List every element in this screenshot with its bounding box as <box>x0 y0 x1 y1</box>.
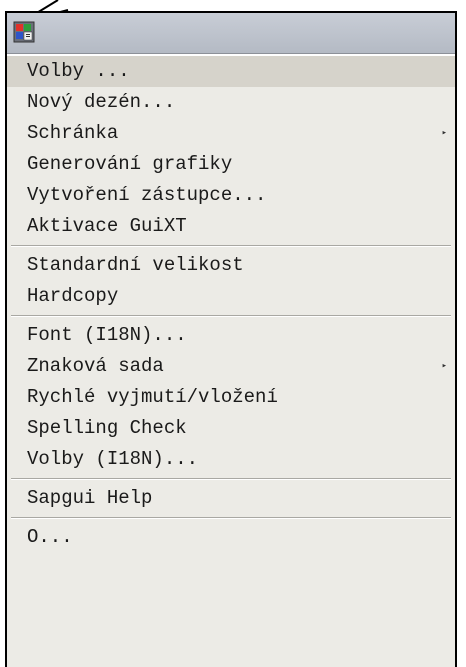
submenu-arrow-icon: ▸ <box>441 128 447 138</box>
menu-item-znakova-sada[interactable]: Znaková sada ▸ <box>7 351 455 382</box>
titlebar <box>7 13 455 54</box>
menu-separator <box>11 315 451 317</box>
menu-separator <box>11 517 451 519</box>
menu-separator <box>11 478 451 480</box>
menu-item-novy-dezen[interactable]: Nový dezén... <box>7 87 455 118</box>
menu-item-font-i18n[interactable]: Font (I18N)... <box>7 320 455 351</box>
menu-item-generovani-grafiky[interactable]: Generování grafiky <box>7 149 455 180</box>
menu-item-vytvoreni-zastupce[interactable]: Vytvoření zástupce... <box>7 180 455 211</box>
submenu-arrow-icon: ▸ <box>441 361 447 371</box>
menu-item-sapgui-help[interactable]: Sapgui Help <box>7 483 455 514</box>
context-menu-window: Volby ... Nový dezén... Schránka ▸ Genero… <box>5 11 457 667</box>
menu-item-volby[interactable]: Volby ... <box>7 54 455 87</box>
menu-item-o[interactable]: O... <box>7 522 455 553</box>
menu-item-hardcopy[interactable]: Hardcopy <box>7 281 455 312</box>
menu-item-volby-i18n[interactable]: Volby (I18N)... <box>7 444 455 475</box>
system-menu-icon[interactable] <box>13 21 35 43</box>
menu-item-schranka[interactable]: Schránka ▸ <box>7 118 455 149</box>
menu-item-standardni-velikost[interactable]: Standardní velikost <box>7 250 455 281</box>
context-menu: Volby ... Nový dezén... Schránka ▸ Genero… <box>7 54 455 553</box>
menu-item-spelling-check[interactable]: Spelling Check <box>7 413 455 444</box>
menu-item-rychle-vyjmuti-vlozeni[interactable]: Rychlé vyjmutí/vložení <box>7 382 455 413</box>
menu-separator <box>11 245 451 247</box>
menu-item-aktivace-guixt[interactable]: Aktivace GuiXT <box>7 211 455 242</box>
